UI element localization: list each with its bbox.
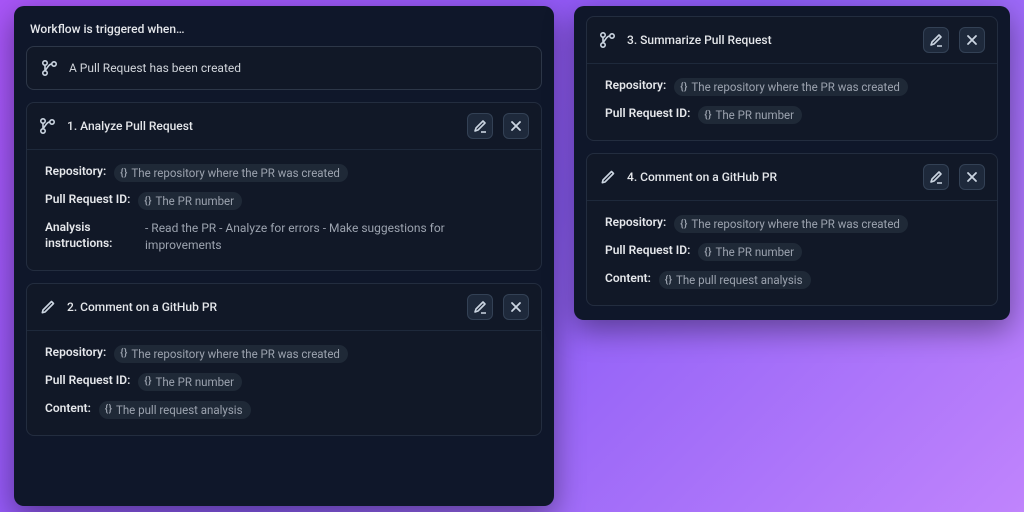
param-row: Content: { } The pull request analysis	[605, 271, 979, 289]
variable-token[interactable]: { } The PR number	[698, 106, 802, 124]
trigger-event-label: A Pull Request has been created	[69, 61, 241, 75]
param-label: Repository:	[605, 215, 666, 229]
param-row: Pull Request ID: { } The PR number	[45, 192, 523, 210]
param-label: Repository:	[45, 345, 106, 359]
pencil-icon	[39, 298, 57, 316]
pencil-icon	[599, 168, 617, 186]
param-label: Pull Request ID:	[605, 106, 690, 120]
step-header[interactable]: 3. Summarize Pull Request	[587, 17, 997, 64]
variable-token[interactable]: { } The repository where the PR was crea…	[674, 215, 908, 233]
param-row: Repository: { } The repository where the…	[605, 78, 979, 96]
token-text: The repository where the PR was created	[131, 166, 340, 180]
git-branch-icon	[41, 59, 59, 77]
braces-icon: { }	[680, 219, 686, 230]
param-label: Pull Request ID:	[45, 373, 130, 387]
braces-icon: { }	[704, 110, 710, 121]
braces-icon: { }	[144, 376, 150, 387]
step-body: Repository: { } The repository where the…	[27, 331, 541, 435]
step-card: 2. Comment on a GitHub PR Repository: { …	[26, 283, 542, 436]
braces-icon: { }	[665, 275, 671, 286]
braces-icon: { }	[144, 196, 150, 207]
param-label: Pull Request ID:	[45, 192, 130, 206]
param-row: Analysis instructions: - Read the PR - A…	[45, 220, 523, 254]
param-label: Pull Request ID:	[605, 243, 690, 257]
edit-button[interactable]	[923, 27, 949, 53]
trigger-event-box[interactable]: A Pull Request has been created	[26, 46, 542, 90]
git-branch-icon	[39, 117, 57, 135]
param-label: Analysis instructions:	[45, 220, 137, 251]
step-body: Repository: { } The repository where the…	[587, 201, 997, 305]
variable-token[interactable]: { } The repository where the PR was crea…	[674, 78, 908, 96]
trigger-block: Workflow is triggered when… A Pull Reque…	[26, 16, 542, 90]
param-label: Repository:	[605, 78, 666, 92]
token-text: The PR number	[715, 245, 794, 259]
step-title: 2. Comment on a GitHub PR	[67, 300, 457, 314]
param-row: Repository: { } The repository where the…	[45, 345, 523, 363]
step-header[interactable]: 4. Comment on a GitHub PR	[587, 154, 997, 201]
step-header[interactable]: 1. Analyze Pull Request	[27, 103, 541, 150]
step-title: 3. Summarize Pull Request	[627, 33, 913, 47]
step-card: 4. Comment on a GitHub PR Repository: { …	[586, 153, 998, 306]
step-body: Repository: { } The repository where the…	[27, 150, 541, 270]
git-branch-icon	[599, 31, 617, 49]
token-text: The PR number	[715, 108, 794, 122]
close-button[interactable]	[959, 164, 985, 190]
braces-icon: { }	[120, 168, 126, 179]
token-text: The repository where the PR was created	[131, 347, 340, 361]
variable-token[interactable]: { } The pull request analysis	[99, 401, 251, 419]
param-row: Repository: { } The repository where the…	[605, 215, 979, 233]
step-card: 3. Summarize Pull Request Repository: { …	[586, 16, 998, 141]
braces-icon: { }	[680, 82, 686, 93]
braces-icon: { }	[105, 404, 111, 415]
step-header[interactable]: 2. Comment on a GitHub PR	[27, 284, 541, 331]
edit-button[interactable]	[467, 294, 493, 320]
variable-token[interactable]: { } The PR number	[138, 192, 242, 210]
token-text: The pull request analysis	[116, 403, 243, 417]
param-row: Repository: { } The repository where the…	[45, 164, 523, 182]
param-label: Repository:	[45, 164, 106, 178]
braces-icon: { }	[704, 247, 710, 258]
close-button[interactable]	[959, 27, 985, 53]
param-row: Pull Request ID: { } The PR number	[45, 373, 523, 391]
param-label: Content:	[605, 271, 651, 285]
close-button[interactable]	[503, 294, 529, 320]
variable-token[interactable]: { } The PR number	[138, 373, 242, 391]
token-text: The PR number	[155, 194, 234, 208]
param-value: - Read the PR - Analyze for errors - Mak…	[145, 220, 523, 254]
variable-token[interactable]: { } The repository where the PR was crea…	[114, 345, 348, 363]
step-title: 1. Analyze Pull Request	[67, 119, 457, 133]
close-button[interactable]	[503, 113, 529, 139]
token-text: The repository where the PR was created	[691, 217, 900, 231]
trigger-title: Workflow is triggered when…	[26, 16, 542, 46]
workflow-panel-right: 3. Summarize Pull Request Repository: { …	[574, 6, 1010, 320]
step-card: 1. Analyze Pull Request Repository: { } …	[26, 102, 542, 271]
edit-button[interactable]	[923, 164, 949, 190]
step-title: 4. Comment on a GitHub PR	[627, 170, 913, 184]
edit-button[interactable]	[467, 113, 493, 139]
token-text: The repository where the PR was created	[691, 80, 900, 94]
variable-token[interactable]: { } The repository where the PR was crea…	[114, 164, 348, 182]
param-row: Pull Request ID: { } The PR number	[605, 243, 979, 261]
param-label: Content:	[45, 401, 91, 415]
token-text: The PR number	[155, 375, 234, 389]
workflow-panel-left: Workflow is triggered when… A Pull Reque…	[14, 6, 554, 506]
param-row: Pull Request ID: { } The PR number	[605, 106, 979, 124]
step-body: Repository: { } The repository where the…	[587, 64, 997, 140]
variable-token[interactable]: { } The PR number	[698, 243, 802, 261]
token-text: The pull request analysis	[676, 273, 803, 287]
braces-icon: { }	[120, 348, 126, 359]
variable-token[interactable]: { } The pull request analysis	[659, 271, 811, 289]
param-row: Content: { } The pull request analysis	[45, 401, 523, 419]
